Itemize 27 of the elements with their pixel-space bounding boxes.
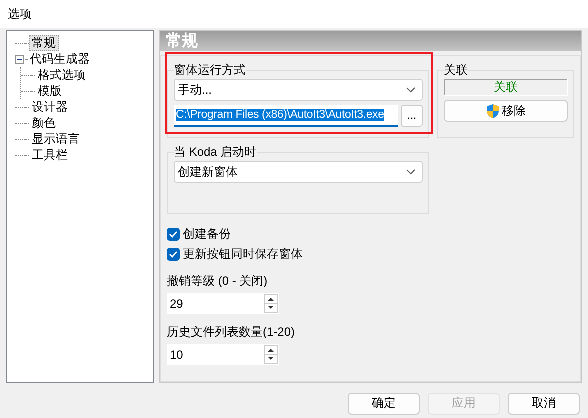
number-field[interactable]: 10 [167,344,279,365]
tree-item[interactable]: 颜色 [29,115,59,131]
checkbox-label: 更新按钮同时保存窗体 [183,246,303,263]
group-title: 关联 [444,62,468,79]
dialog-button[interactable]: 确定 [348,392,420,414]
group-title: 窗体运行方式 [174,62,246,79]
remove-button[interactable]: 移除 [444,100,568,122]
dropdown[interactable]: 手动... [174,79,423,101]
tree-item[interactable]: 设计器 [29,99,71,115]
tree-item[interactable]: 模版 [35,83,65,99]
dialog-button[interactable]: 取消 [508,392,580,414]
dropdown[interactable]: 创建新窗体 [174,161,423,183]
path-field[interactable]: C:\Program Files (x86)\AutoIt3\AutoIt3.exe [174,105,398,127]
section-header: 常规 [160,31,581,51]
tree-item[interactable]: 常规 [29,35,59,51]
tree-item[interactable]: 工具栏 [29,147,71,163]
status-field: 关联 [444,79,568,96]
group-title: 当 Koda 启动时 [174,144,257,161]
field-label: 撤销等级 (0 - 关闭) [167,273,269,290]
checkbox-label: 创建备份 [183,226,231,243]
number-field[interactable]: 29 [167,293,279,314]
window-title: 选项 [8,6,32,22]
tree-item[interactable]: 代码生成器 [27,51,93,67]
tree-item[interactable]: 显示语言 [29,131,83,147]
tree-item[interactable]: 格式选项 [35,67,89,83]
browse-button[interactable]: ... [401,105,423,127]
field-label: 历史文件列表数量(1-20) [167,324,296,341]
